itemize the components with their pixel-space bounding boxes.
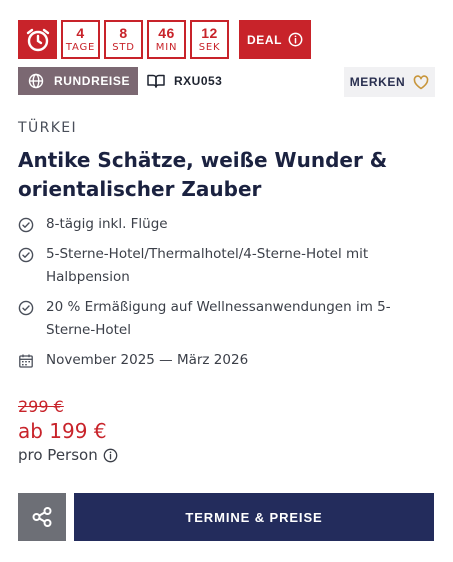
countdown-seconds-value: 12 bbox=[201, 24, 218, 41]
feature-text: 20 % Ermäßigung auf Wellnessanwendungen … bbox=[46, 299, 391, 338]
feature-text: 8-tägig inkl. Flüge bbox=[46, 216, 168, 232]
merken-button[interactable]: MERKEN bbox=[344, 67, 435, 97]
feature-text: 5-Sterne-Hotel/Thermalhotel/4-Sterne-Hot… bbox=[46, 246, 369, 285]
info-icon[interactable] bbox=[103, 448, 118, 463]
termine-preise-label: TERMINE & PREISE bbox=[185, 509, 323, 525]
countdown-days-label: TAGE bbox=[65, 41, 96, 53]
trip-type-badge: RUNDREISE bbox=[18, 67, 138, 95]
countdown-minutes: 46 MIN bbox=[147, 20, 186, 59]
info-icon bbox=[288, 32, 303, 47]
alarm-clock-icon bbox=[18, 20, 57, 59]
travel-period: November 2025 — März 2026 bbox=[18, 349, 438, 372]
share-icon bbox=[32, 507, 52, 527]
globe-icon bbox=[28, 73, 44, 89]
countdown-hours: 8 STD bbox=[104, 20, 143, 59]
countdown-hours-value: 8 bbox=[119, 24, 128, 41]
original-price: 299 € bbox=[18, 397, 64, 416]
check-circle-icon bbox=[18, 217, 34, 233]
termine-preise-button[interactable]: TERMINE & PREISE bbox=[74, 493, 434, 541]
feature-item: 5-Sterne-Hotel/Thermalhotel/4-Sterne-Hot… bbox=[18, 243, 438, 289]
deal-label: DEAL bbox=[246, 32, 283, 47]
check-circle-icon bbox=[18, 300, 34, 316]
heart-icon bbox=[413, 74, 429, 89]
feature-list: 8-tägig inkl. Flüge 5-Sterne-Hotel/Therm… bbox=[18, 213, 438, 379]
countdown-timer: 4 TAGE 8 STD 46 MIN 12 SEK DEAL bbox=[18, 20, 311, 59]
check-circle-icon bbox=[18, 247, 34, 263]
tag-row: RUNDREISE RXU053 MERKEN bbox=[18, 67, 435, 97]
trip-type-label: RUNDREISE bbox=[54, 74, 131, 88]
trip-code: RXU053 bbox=[146, 67, 222, 95]
countdown-seconds-label: SEK bbox=[198, 41, 221, 53]
countdown-days-value: 4 bbox=[76, 24, 85, 41]
countdown-days: 4 TAGE bbox=[61, 20, 100, 59]
deal-badge[interactable]: DEAL bbox=[239, 20, 311, 59]
feature-item: 20 % Ermäßigung auf Wellnessanwendungen … bbox=[18, 296, 438, 342]
countdown-minutes-label: MIN bbox=[155, 41, 178, 53]
travel-period-text: November 2025 — März 2026 bbox=[46, 352, 249, 368]
trip-code-value: RXU053 bbox=[174, 74, 223, 88]
catalog-book-icon bbox=[147, 74, 165, 88]
countdown-minutes-value: 46 bbox=[158, 24, 175, 41]
per-person-label: pro Person bbox=[18, 446, 98, 464]
per-person-note: pro Person bbox=[18, 446, 118, 464]
offer-title: Antike Schätze, weiße Wunder & orientali… bbox=[18, 148, 388, 201]
feature-item: 8-tägig inkl. Flüge bbox=[18, 213, 438, 236]
destination-country: TÜRKEI bbox=[18, 120, 78, 136]
share-button[interactable] bbox=[18, 493, 66, 541]
calendar-icon bbox=[19, 354, 33, 368]
countdown-hours-label: STD bbox=[112, 41, 135, 53]
countdown-seconds: 12 SEK bbox=[190, 20, 229, 59]
sale-price: ab 199 € bbox=[18, 419, 107, 443]
merken-label: MERKEN bbox=[349, 75, 406, 89]
